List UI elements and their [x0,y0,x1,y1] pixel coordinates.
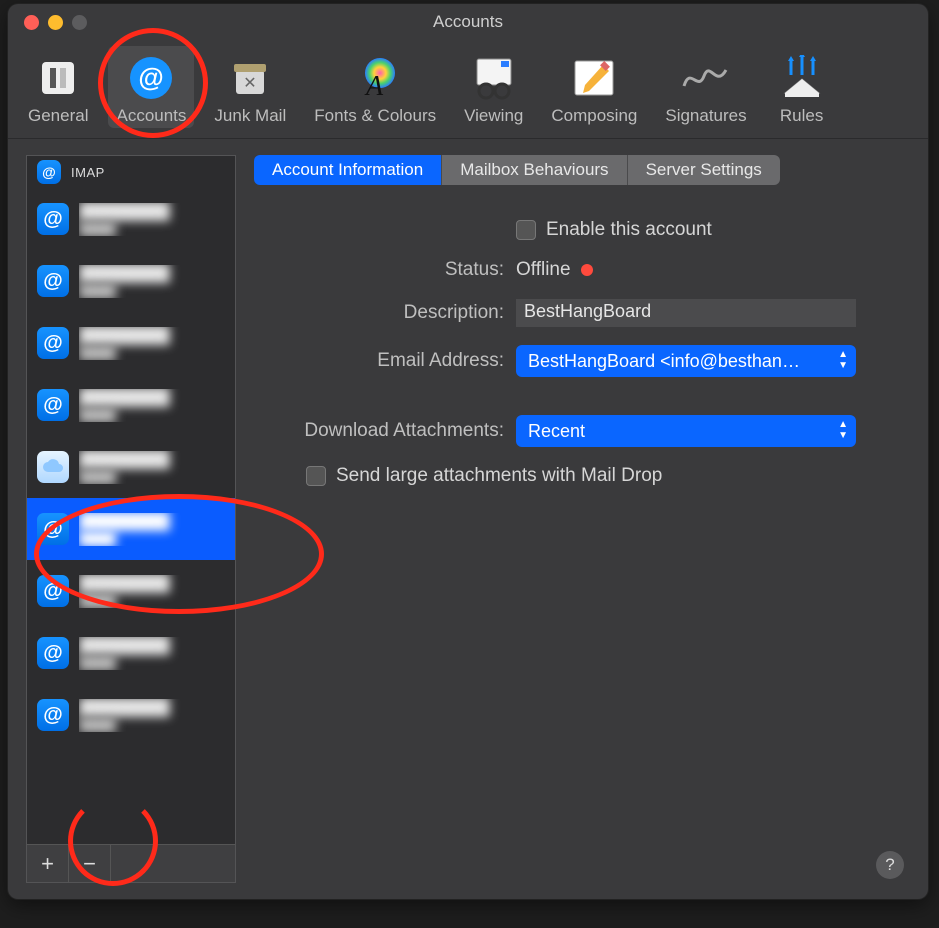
content-area: @ IMAP @████████████ @████████████ @████… [8,139,928,899]
signature-icon [680,52,732,104]
toolbar-general[interactable]: General [20,46,96,128]
toolbar-label: Fonts & Colours [314,106,436,126]
toolbar-label: Accounts [116,106,186,126]
titlebar: Accounts [8,4,928,40]
list-section-header: @ IMAP [27,156,235,188]
section-title: IMAP [71,165,225,180]
account-row[interactable]: ████████████ [27,436,235,498]
download-attachments-label: Download Attachments: [254,420,504,442]
email-address-value: BestHangBoard <info@besthan… [528,351,800,372]
account-row-selected[interactable]: @████████████ [27,498,235,560]
enable-account-checkbox[interactable] [516,220,536,240]
toolbar-composing[interactable]: Composing [543,46,645,128]
toolbar-junk-mail[interactable]: ✕ Junk Mail [206,46,294,128]
window-title: Accounts [8,12,928,32]
mail-drop-checkbox[interactable] [306,466,326,486]
chevron-updown-icon: ▲▼ [838,349,848,371]
toolbar-label: Junk Mail [214,106,286,126]
svg-text:@: @ [139,62,164,92]
download-attachments-popup[interactable]: Recent ▲▼ [516,415,856,447]
viewing-icon [468,52,520,104]
at-sign-icon: @ [37,699,69,731]
sidebar-footer: + − [27,844,235,882]
toolbar-label: Signatures [665,106,746,126]
at-sign-icon: @ [37,637,69,669]
at-sign-icon: @ [37,203,69,235]
preferences-toolbar: General @ Accounts ✕ Junk Mail A [8,40,928,139]
account-row[interactable]: @████████████ [27,188,235,250]
switch-icon [32,52,84,104]
at-sign-icon: @ [37,265,69,297]
detail-tabs: Account Information Mailbox Behaviours S… [254,155,910,185]
enable-account-label: Enable this account [546,219,712,241]
account-row[interactable]: @████████████ [27,250,235,312]
toolbar-label: Rules [780,106,823,126]
accounts-window: Accounts General @ Accounts ✕ Junk Mail [8,4,928,899]
tab-server-settings[interactable]: Server Settings [628,155,780,185]
description-field[interactable]: BestHangBoard [516,299,856,327]
close-window-button[interactable] [24,15,39,30]
at-sign-icon: @ [37,327,69,359]
mail-drop-label: Send large attachments with Mail Drop [336,465,662,487]
email-address-popup[interactable]: BestHangBoard <info@besthan… ▲▼ [516,345,856,377]
at-sign-icon: @ [37,513,69,545]
accounts-sidebar: @ IMAP @████████████ @████████████ @████… [26,155,236,883]
at-sign-icon: @ [37,389,69,421]
add-account-button[interactable]: + [27,845,69,882]
toolbar-accounts[interactable]: @ Accounts [108,46,194,128]
tab-mailbox-behaviours[interactable]: Mailbox Behaviours [442,155,627,185]
account-row[interactable]: @████████████ [27,374,235,436]
toolbar-viewing[interactable]: Viewing [456,46,531,128]
pencil-icon [568,52,620,104]
toolbar-rules[interactable]: Rules [767,46,837,128]
at-sign-icon: @ [37,575,69,607]
toolbar-label: Viewing [464,106,523,126]
toolbar-label: General [28,106,88,126]
svg-text:A: A [364,71,384,101]
account-info-form: Enable this account Status: Offline Desc… [254,219,910,487]
status-value: Offline [516,259,571,281]
toolbar-fonts-colours[interactable]: A Fonts & Colours [306,46,444,128]
at-sign-icon: @ [37,160,61,184]
at-sign-icon: @ [125,52,177,104]
toolbar-label: Composing [551,106,637,126]
trash-icon: ✕ [224,52,276,104]
account-detail-panel: Account Information Mailbox Behaviours S… [254,155,910,883]
help-button[interactable]: ? [876,851,904,879]
window-controls [24,15,87,30]
remove-account-button[interactable]: − [69,845,111,882]
cloud-icon [37,451,69,483]
status-label: Status: [254,259,504,281]
account-row[interactable]: @████████████ [27,622,235,684]
zoom-window-button[interactable] [72,15,87,30]
toolbar-signatures[interactable]: Signatures [657,46,754,128]
svg-text:✕: ✕ [244,75,257,92]
description-label: Description: [254,302,504,324]
fonts-colours-icon: A [349,52,401,104]
accounts-list[interactable]: @ IMAP @████████████ @████████████ @████… [27,156,235,844]
minimize-window-button[interactable] [48,15,63,30]
chevron-updown-icon: ▲▼ [838,419,848,441]
tab-account-information[interactable]: Account Information [254,155,442,185]
account-row[interactable]: @████████████ [27,560,235,622]
account-row[interactable]: @████████████ [27,684,235,746]
status-indicator-icon [581,264,593,276]
download-attachments-value: Recent [528,421,585,442]
rules-icon [776,52,828,104]
email-address-label: Email Address: [254,350,504,372]
account-row[interactable]: @████████████ [27,312,235,374]
